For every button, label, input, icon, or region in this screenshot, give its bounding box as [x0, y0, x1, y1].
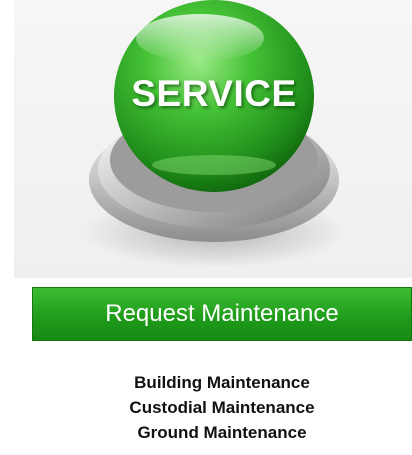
service-panel: SERVICE Request Maintenance Building Mai…: [14, 0, 412, 455]
request-maintenance-button[interactable]: Request Maintenance: [32, 287, 412, 341]
list-item-custodial-maintenance: Custodial Maintenance: [129, 398, 315, 417]
request-maintenance-label: Request Maintenance: [105, 300, 339, 327]
list-item-building-maintenance: Building Maintenance: [134, 373, 310, 392]
maintenance-service-list: Building Maintenance Custodial Maintenan…: [32, 370, 412, 445]
service-hero: SERVICE: [14, 0, 412, 278]
service-button-graphic: [82, 0, 346, 268]
service-button[interactable]: SERVICE: [74, 0, 354, 270]
list-item-ground-maintenance: Ground Maintenance: [137, 423, 307, 442]
service-button-label: SERVICE: [131, 73, 297, 114]
